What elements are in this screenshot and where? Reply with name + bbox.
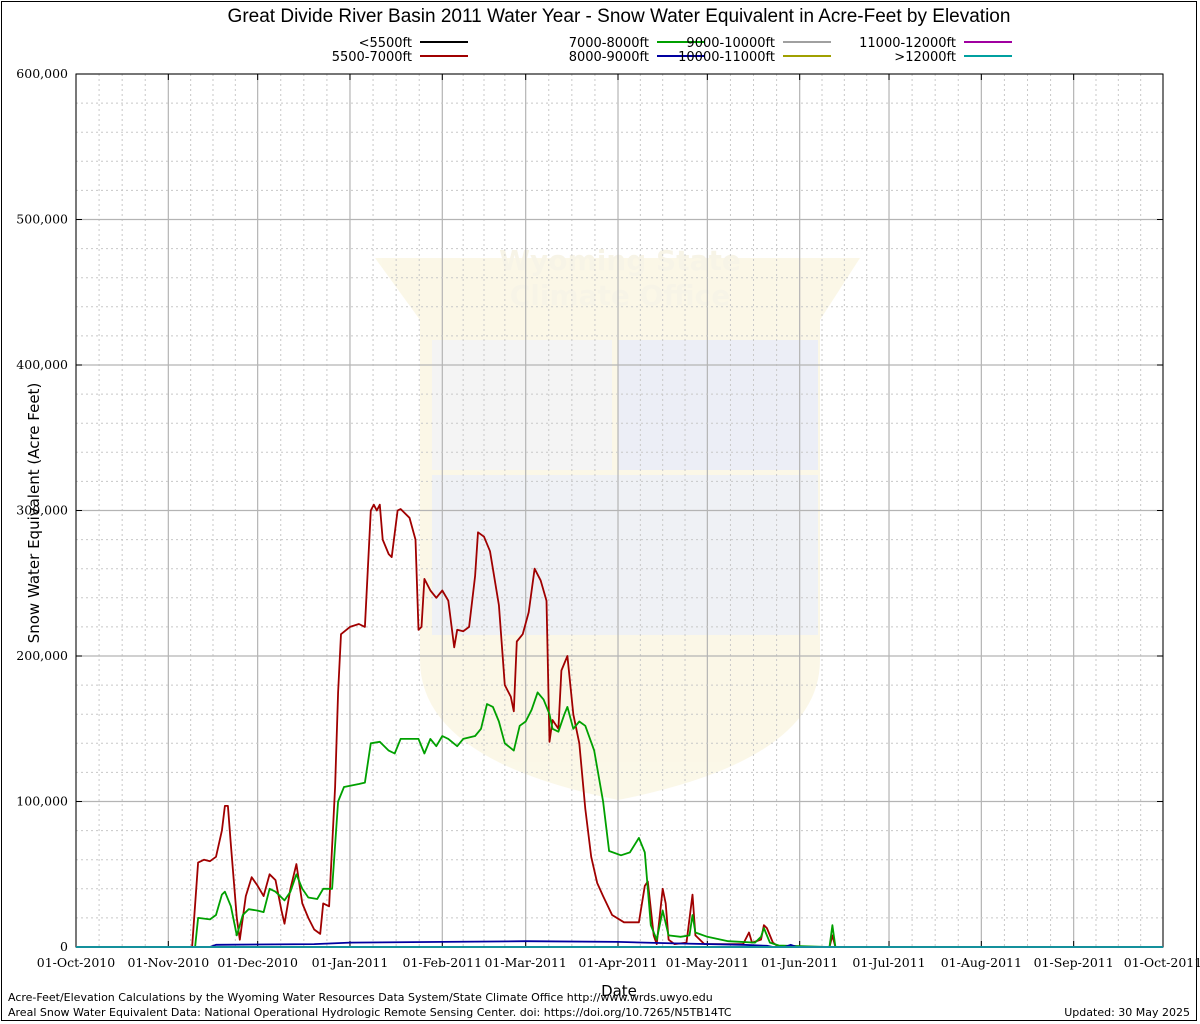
legend: <5500ft5500-7000ft 7000-8000ft8000-9000ft… — [332, 36, 1012, 65]
updated-label: Updated: 30 May 2025 — [1064, 1006, 1190, 1019]
x-tick-label: 01-Feb-2011 — [403, 955, 483, 970]
watermark-panel-flag — [618, 340, 818, 470]
y-tick-label: 200,000 — [16, 648, 68, 663]
y-tick-label: 400,000 — [16, 357, 68, 372]
x-tick-label: 01-Jan-2011 — [312, 955, 389, 970]
y-tick-label: 500,000 — [16, 212, 68, 227]
x-tick-label: 01-Mar-2011 — [484, 955, 566, 970]
x-tick-label: 01-Jun-2011 — [761, 955, 838, 970]
y-tick-label: 600,000 — [16, 66, 68, 81]
legend-label-11000-12000ft: 11000-12000ft — [859, 36, 956, 51]
legend-label-10000-11000ft: 10000-11000ft — [678, 50, 775, 65]
x-tick-label: 01-Sep-2011 — [1034, 955, 1114, 970]
legend-label-12000ft: >12000ft — [894, 50, 956, 65]
x-tick-label: 01-Apr-2011 — [578, 955, 657, 970]
legend-label-5500-7000ft: 5500-7000ft — [332, 50, 412, 65]
x-tick-label: 01-Aug-2011 — [941, 955, 1022, 970]
watermark-text-1: Wyoming State — [499, 244, 741, 277]
y-axis-label: Snow Water Equivalent (Acre Feet) — [25, 383, 43, 644]
legend-label-8000-9000ft: 8000-9000ft — [569, 50, 649, 65]
credit-line-1: Acre-Feet/Elevation Calculations by the … — [8, 991, 713, 1004]
y-tick-label: 0 — [60, 939, 68, 954]
plot-grid — [75, 73, 1164, 948]
legend-label-5500ft: <5500ft — [359, 36, 412, 51]
watermark-panel-left — [432, 340, 612, 470]
y-tick-label: 100,000 — [16, 794, 68, 809]
x-tick-label: 01-May-2011 — [666, 955, 749, 970]
x-tick-label: 01-Nov-2010 — [127, 955, 209, 970]
legend-label-7000-8000ft: 7000-8000ft — [569, 36, 649, 51]
x-tick-label: 01-Dec-2010 — [217, 955, 298, 970]
credit-line-2: Areal Snow Water Equivalent Data: Nation… — [8, 1006, 732, 1019]
chart-title: Great Divide River Basin 2011 Water Year… — [228, 6, 1011, 27]
x-tick-label: 01-Jul-2011 — [852, 955, 925, 970]
legend-label-9000-10000ft: 9000-10000ft — [686, 36, 775, 51]
chart-svg: Wyoming State Climate Office 01-Oct-2010… — [16, 6, 1200, 1000]
x-tick-label: 01-Oct-2010 — [37, 955, 115, 970]
x-tick-label: 01-Oct-2011 — [1124, 955, 1200, 970]
